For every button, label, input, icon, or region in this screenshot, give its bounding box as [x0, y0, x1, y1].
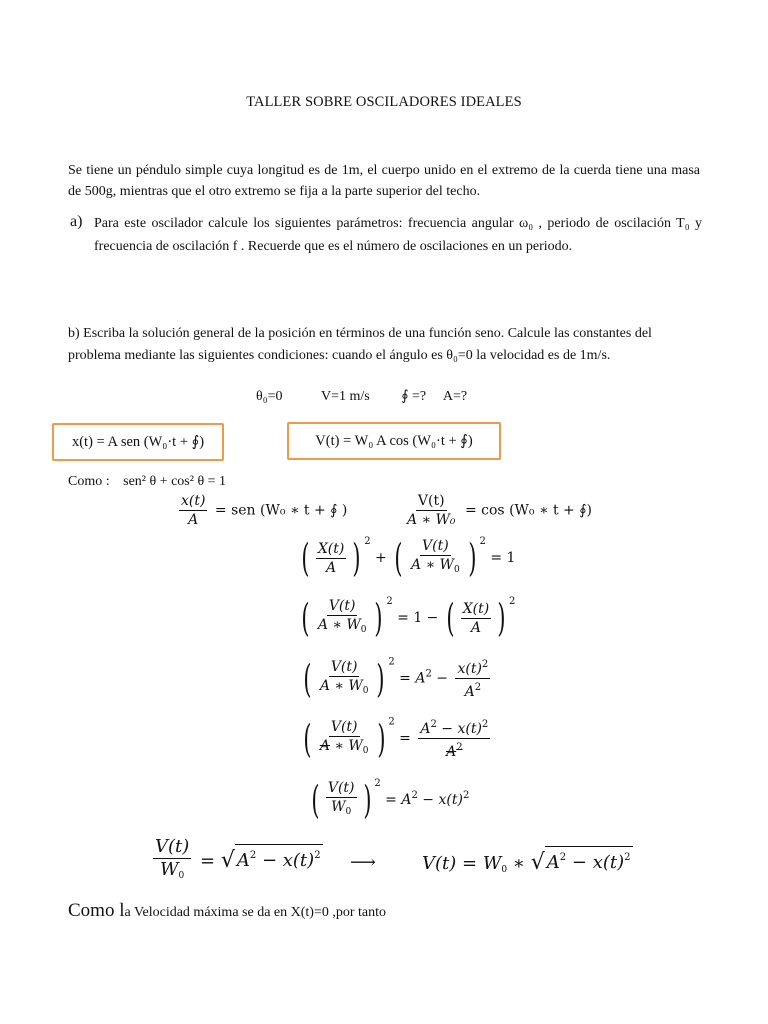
part-a: a) Para este oscilador calcule los sigui…: [70, 213, 702, 258]
part-a-label: a): [70, 213, 83, 230]
equation-position-ratio: x(t) A = sen (W₀ ∗ t + ∮ ): [179, 493, 348, 528]
equation-velocity-final: V(t) = W0 ∗ √ A2 − x(t)2: [422, 846, 633, 875]
fraction: x(t) A: [179, 493, 208, 528]
equation-sum-squares: (X(t) A) 2 + (V(t) A ∗ W0) 2 = 1: [301, 536, 516, 580]
condition-amplitude: A=?: [442, 389, 468, 404]
identity-formula: sen² θ + cos² θ = 1: [123, 474, 227, 489]
fraction: V(t) A ∗ W₀: [407, 493, 456, 528]
conclusion-lead: Como l: [68, 900, 125, 921]
equation-step-4: (V(t) A ∗ W0) 2 = A2 − x(t)2 A2: [303, 656, 491, 701]
equation-step-6: (V(t) W0) 2 = A2 − x(t)2: [311, 778, 470, 822]
equation-step-5: (V(t) A ∗ W0) 2 = A2 − x(t)2 A2: [303, 716, 491, 761]
equation-velocity-sqrt: V(t) W0 = √ A2 − x(t)2: [153, 836, 323, 881]
part-a-text: Para este oscilador calcule los siguient…: [94, 216, 702, 254]
conclusion-line: Como la Velocidad máxima se da en X(t)=0…: [68, 900, 386, 922]
identity-prefix: Como :: [68, 474, 110, 489]
conditions-line: θ₀=0 V=1 m/s ∮ =? A=?: [256, 388, 467, 405]
condition-phase: ∮ =?: [401, 389, 427, 404]
equation-step-3: (V(t) A ∗ W0) 2 = 1 − (X(t) A) 2: [301, 596, 516, 640]
part-b-text: b) Escriba la solución general de la pos…: [68, 326, 652, 363]
condition-theta: θ₀=0: [256, 389, 283, 404]
condition-velocity: V=1 m/s: [320, 389, 370, 404]
conclusion-text: Velocidad máxima se da en X(t)=0 ,por ta…: [130, 905, 386, 920]
position-equation-box: x(t) = A sen (W₀·t + ∮): [52, 423, 224, 461]
document-title: TALLER SOBRE OSCILADORES IDEALES: [246, 94, 522, 110]
equation-velocity-ratio: V(t) A ∗ W₀ = cos (W₀ ∗ t + ∮): [407, 493, 592, 528]
intro-paragraph: Se tiene un péndulo simple cuya longitud…: [68, 163, 700, 199]
velocity-equation-box: V(t) = W₀ A cos (W₀·t + ∮): [287, 422, 501, 460]
position-equation: x(t) = A sen (W₀·t + ∮): [71, 433, 205, 450]
identity-line: Como : sen² θ + cos² θ = 1: [68, 474, 226, 490]
implies-arrow: ⟶: [350, 852, 376, 872]
velocity-equation: V(t) = W₀ A cos (W₀·t + ∮): [315, 432, 473, 449]
